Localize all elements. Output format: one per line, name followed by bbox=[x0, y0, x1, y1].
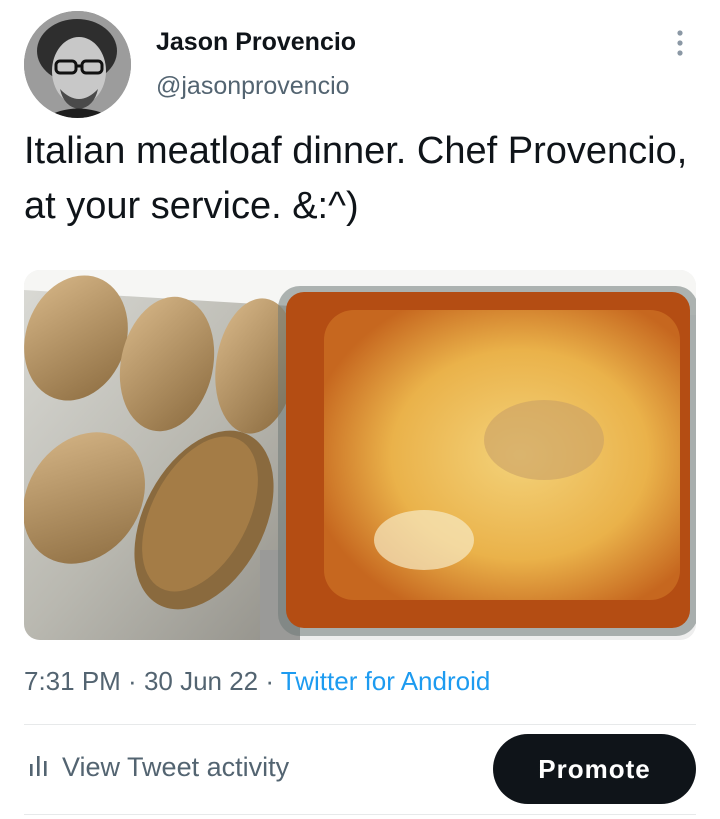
promote-button[interactable]: Promote bbox=[493, 734, 696, 804]
tweet-photo[interactable] bbox=[24, 270, 696, 640]
tweet-time: 7:31 PM bbox=[24, 666, 121, 696]
tweet-date: 30 Jun 22 bbox=[143, 666, 259, 696]
view-tweet-activity-label: View Tweet activity bbox=[62, 752, 290, 782]
avatar-photo bbox=[24, 11, 131, 118]
avatar[interactable] bbox=[24, 11, 131, 118]
author-name[interactable]: Jason Provencio bbox=[156, 28, 356, 57]
more-vertical-icon[interactable] bbox=[668, 28, 692, 58]
food-photo bbox=[24, 270, 696, 640]
analytics-bars-icon bbox=[28, 752, 50, 783]
divider bbox=[24, 814, 696, 815]
meta-separator: · bbox=[120, 666, 144, 696]
view-tweet-activity-link[interactable]: View Tweet activity bbox=[28, 752, 289, 783]
divider bbox=[24, 724, 696, 725]
tweet-text: Italian meatloaf dinner. Chef Provencio,… bbox=[24, 130, 688, 227]
meta-separator: · bbox=[258, 666, 281, 696]
tweet-meta: 7:31 PM · 30 Jun 22 · Twitter for Androi… bbox=[24, 666, 490, 697]
tweet-source-link[interactable]: Twitter for Android bbox=[281, 666, 491, 696]
author-handle[interactable]: @jasonprovencio bbox=[156, 72, 350, 101]
